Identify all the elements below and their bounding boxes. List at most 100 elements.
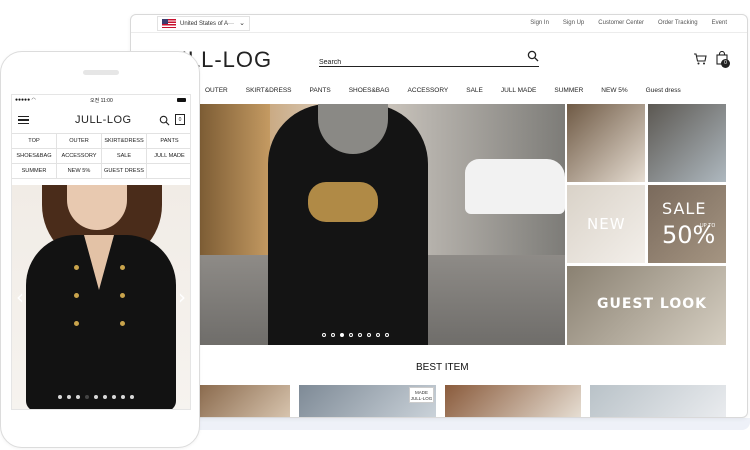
blazer-button	[74, 265, 79, 270]
best-item-thumb[interactable]	[590, 385, 726, 417]
mobile-menu-shoes-bag[interactable]: SHOES&BAG	[12, 149, 57, 164]
sale-label: SALE	[662, 199, 707, 218]
made-badge-line2: JULL-LOG	[410, 396, 433, 401]
mockup-stage: United States of A··· ⌄ Sign In Sign Up …	[0, 0, 750, 450]
promo-tile-sale[interactable]: SALE 50% UP TO	[648, 185, 726, 263]
nav-item-guest-dress[interactable]: Guest dress	[646, 87, 681, 94]
us-flag-icon	[162, 19, 176, 28]
slide-dot[interactable]	[376, 333, 380, 337]
mobile-menu-sale[interactable]: SALE	[102, 149, 147, 164]
order-tracking-link[interactable]: Order Tracking	[658, 20, 698, 26]
event-link[interactable]: Event	[712, 20, 727, 26]
best-item-thumb[interactable]: MADE JULL-LOG	[299, 385, 436, 417]
promo-tile-guest-look[interactable]: GUEST LOOK	[567, 266, 726, 345]
search-bar	[319, 50, 539, 70]
desktop-shadow	[190, 418, 750, 430]
slide-dot[interactable]	[385, 333, 389, 337]
mobile-menu-jull-made[interactable]: JULL MADE	[147, 149, 190, 164]
mobile-menu-pants[interactable]: PANTS	[147, 134, 190, 149]
mobile-menu-outer[interactable]: OUTER	[57, 134, 102, 149]
mobile-slide-dots	[58, 395, 134, 399]
search-input[interactable]	[319, 55, 499, 70]
hero-slide-dots	[322, 333, 389, 337]
nav-item-shoes-bag[interactable]: SHOES&BAG	[349, 87, 390, 94]
slide-dot[interactable]	[85, 395, 89, 399]
slide-dot[interactable]	[94, 395, 98, 399]
sign-in-link[interactable]: Sign In	[530, 20, 549, 26]
status-bar: ●●●●● ◠ 오전 11:00	[12, 95, 190, 105]
blazer-button	[120, 293, 125, 298]
chevron-down-icon: ⌄	[239, 20, 245, 27]
slide-dot[interactable]	[67, 395, 71, 399]
status-time: 오전 11:00	[90, 98, 113, 104]
country-label: United States of A···	[180, 20, 235, 27]
slide-dot[interactable]	[331, 333, 335, 337]
mobile-menu-new[interactable]: NEW 5%	[57, 164, 102, 179]
hero-gold-clutch	[308, 182, 378, 222]
best-item-thumb[interactable]	[445, 385, 581, 417]
country-selector[interactable]: United States of A··· ⌄	[157, 16, 250, 31]
blazer-button	[120, 265, 125, 270]
slide-dot[interactable]	[103, 395, 107, 399]
desktop-browser: United States of A··· ⌄ Sign In Sign Up …	[130, 14, 748, 418]
best-item-title: BEST ITEM	[416, 362, 469, 373]
mobile-header: JULL-LOG 0	[12, 109, 190, 131]
nav-item-jull-made[interactable]: JULL MADE	[501, 87, 537, 94]
battery-icon	[177, 98, 186, 102]
slide-dot[interactable]	[358, 333, 362, 337]
guest-look-label: GUEST LOOK	[597, 296, 708, 312]
slide-dot[interactable]	[340, 333, 344, 337]
nav-item-skirt-dress[interactable]: SKIRT&DRESS	[246, 87, 292, 94]
customer-center-link[interactable]: Customer Center	[598, 20, 644, 26]
bag-count-badge: 0	[721, 59, 730, 68]
slide-dot[interactable]	[112, 395, 116, 399]
chevron-right-icon[interactable]: ›	[178, 285, 186, 309]
search-icon[interactable]	[159, 115, 170, 126]
promo-tile-1[interactable]	[567, 104, 645, 182]
slide-dot[interactable]	[58, 395, 62, 399]
slide-dot[interactable]	[121, 395, 125, 399]
nav-item-sale[interactable]: SALE	[466, 87, 483, 94]
search-icon[interactable]	[527, 50, 539, 62]
slide-dot[interactable]	[367, 333, 371, 337]
nav-item-accessory[interactable]: ACCESSORY	[408, 87, 449, 94]
mobile-menu-skirt-dress[interactable]: SKIRT&DRESS	[102, 134, 147, 149]
cart-icon[interactable]	[693, 53, 707, 65]
chevron-left-icon[interactable]: ‹	[16, 285, 24, 309]
mobile-menu-summer[interactable]: SUMMER	[12, 164, 57, 179]
mobile-category-grid: TOP OUTER SKIRT&DRESS PANTS SHOES&BAG AC…	[12, 133, 190, 179]
promo-tile-2[interactable]	[648, 104, 726, 182]
mobile-screen: ●●●●● ◠ 오전 11:00 JULL-LOG 0 TOP OUTER SK…	[11, 94, 191, 410]
blazer-button	[74, 293, 79, 298]
nav-item-summer[interactable]: SUMMER	[554, 87, 583, 94]
hero-banner[interactable]	[200, 104, 565, 345]
nav-item-new[interactable]: NEW 5%	[601, 87, 627, 94]
nav-item-outer[interactable]: OUTER	[205, 87, 228, 94]
hero-car	[465, 159, 565, 214]
sign-up-link[interactable]: Sign Up	[563, 20, 584, 26]
new-label: NEW	[587, 215, 626, 233]
mobile-menu-top[interactable]: TOP	[12, 134, 57, 149]
slide-dot[interactable]	[349, 333, 353, 337]
mobile-logo[interactable]: JULL-LOG	[75, 114, 132, 126]
hamburger-icon[interactable]	[18, 116, 29, 125]
slide-dot[interactable]	[76, 395, 80, 399]
mobile-menu-accessory[interactable]: ACCESSORY	[57, 149, 102, 164]
signal-icon: ●●●●● ◠	[15, 97, 36, 103]
mobile-phone: ●●●●● ◠ 오전 11:00 JULL-LOG 0 TOP OUTER SK…	[0, 51, 200, 448]
blazer-button	[120, 321, 125, 326]
main-nav: OUTER SKIRT&DRESS PANTS SHOES&BAG ACCESS…	[205, 87, 699, 94]
best-item-thumb[interactable]	[200, 385, 290, 417]
nav-item-pants[interactable]: PANTS	[310, 87, 331, 94]
promo-tile-new[interactable]: NEW	[567, 185, 645, 263]
top-links: Sign In Sign Up Customer Center Order Tr…	[530, 20, 727, 26]
slide-dot[interactable]	[130, 395, 134, 399]
mobile-hero-slider[interactable]: ‹ ›	[12, 185, 190, 409]
phone-speaker	[83, 70, 119, 75]
mobile-menu-guest-dress[interactable]: GUEST DRESS	[102, 164, 147, 179]
mobile-menu-empty	[147, 164, 190, 179]
blazer-button	[74, 321, 79, 326]
mobile-bag-icon[interactable]: 0	[175, 114, 185, 125]
slide-dot[interactable]	[322, 333, 326, 337]
made-badge: MADE JULL-LOG	[409, 387, 434, 403]
